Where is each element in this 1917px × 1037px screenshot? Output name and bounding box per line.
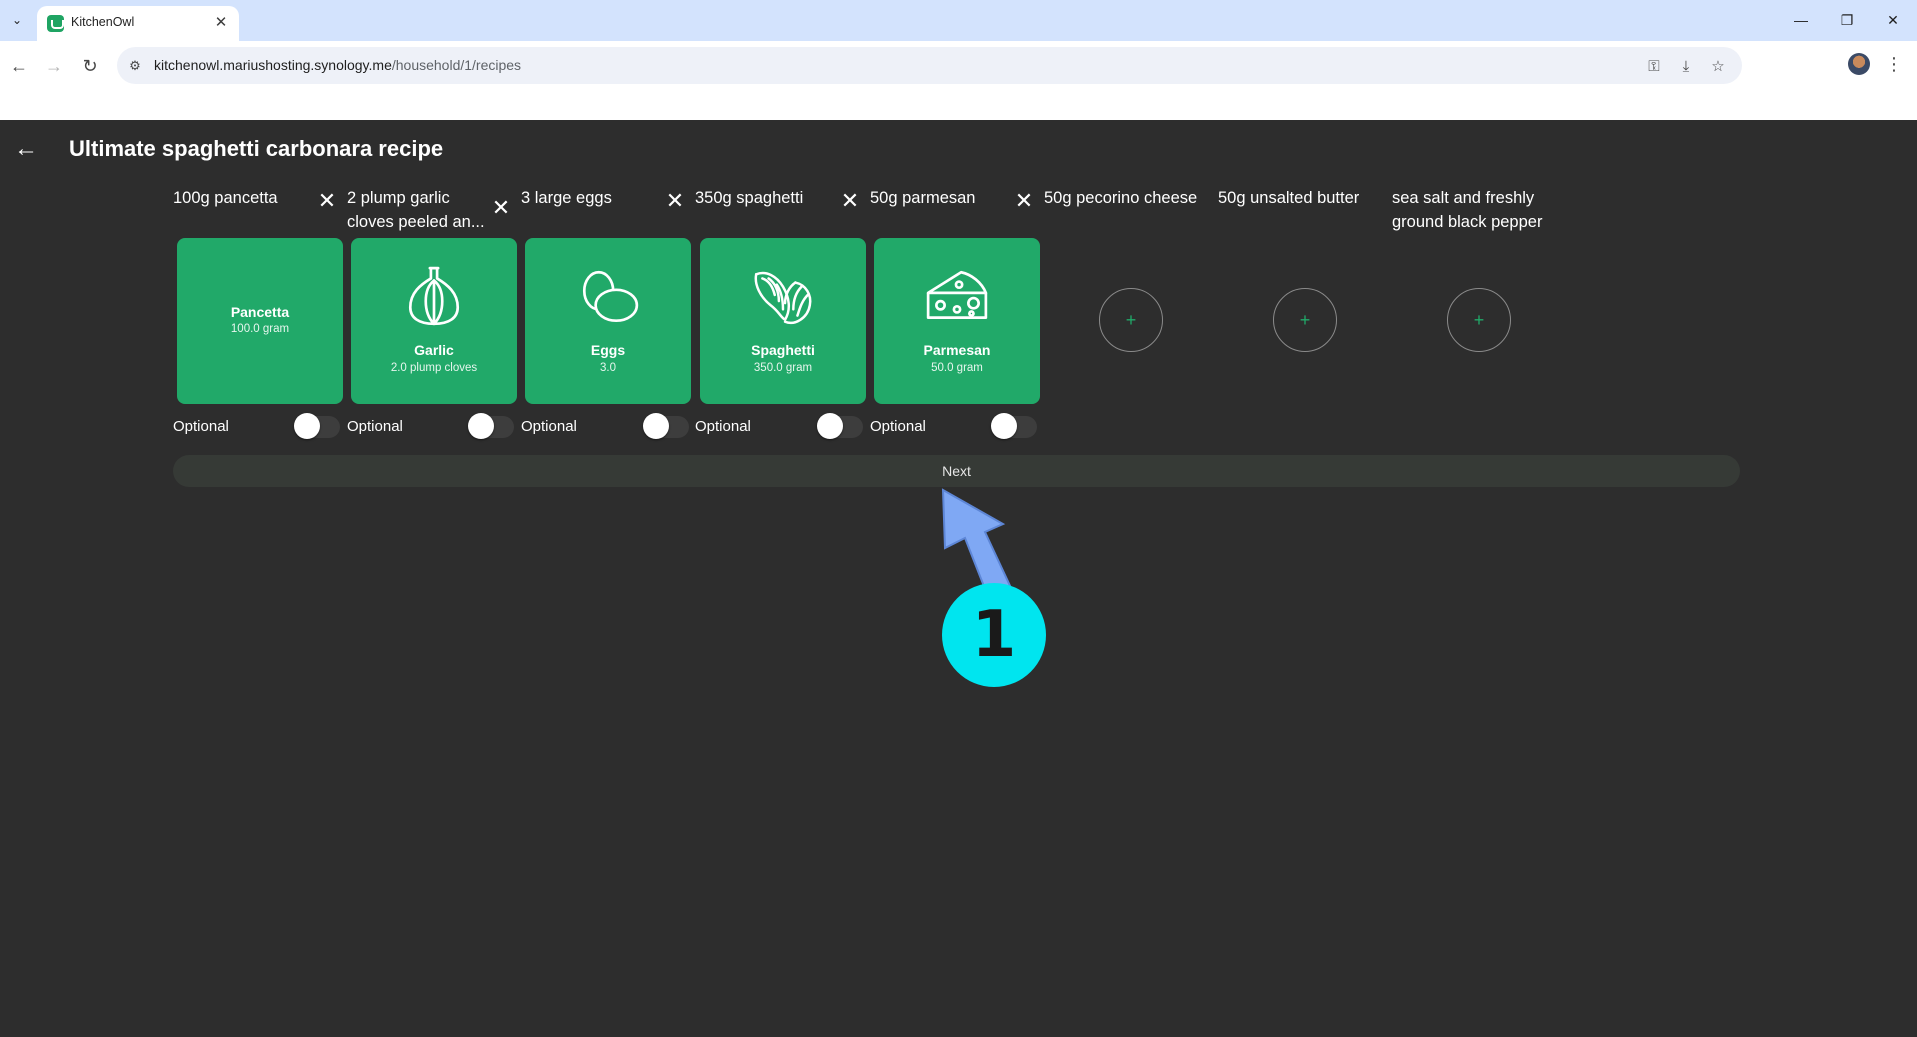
annotation-arrow-icon bbox=[941, 488, 1013, 596]
pasta-icon bbox=[754, 271, 812, 324]
item-name: Pancetta bbox=[230, 304, 290, 320]
address-bar[interactable]: ⚙ kitchenowl.mariushosting.synology.me/h… bbox=[117, 47, 1742, 84]
password-key-icon[interactable]: ⚿ bbox=[1643, 55, 1665, 77]
item-name: Spaghetti bbox=[751, 342, 815, 358]
item-card-pancetta[interactable]: Pancetta 100.0 gram bbox=[177, 238, 343, 404]
optional-toggle[interactable] bbox=[817, 412, 863, 440]
item-amount: 50.0 gram bbox=[931, 362, 983, 374]
kitchenowl-favicon-icon bbox=[47, 15, 64, 32]
item-card-eggs[interactable]: Eggs 3.0 bbox=[525, 238, 691, 404]
remove-ingredient-icon[interactable]: ✕ bbox=[839, 188, 861, 213]
optional-label: Optional bbox=[695, 418, 751, 435]
item-name: Garlic bbox=[414, 342, 454, 358]
ingredient-text: 50g pecorino cheese bbox=[1044, 189, 1198, 207]
browser-tabstrip: ⌄ KitchenOwl ✕ — ❐ ✕ bbox=[0, 0, 1917, 41]
add-item-button[interactable]: + bbox=[1099, 288, 1163, 352]
ingredient-text: sea salt and freshly ground black pepper bbox=[1392, 189, 1543, 231]
add-item-button[interactable]: + bbox=[1273, 288, 1337, 352]
ingredient-text: 50g parmesan bbox=[870, 189, 976, 207]
ingredient-text: 100g pancetta bbox=[173, 189, 278, 207]
forward-icon[interactable]: → bbox=[37, 51, 71, 81]
back-icon[interactable]: ← bbox=[2, 51, 36, 81]
optional-label: Optional bbox=[521, 418, 577, 435]
annotation-step-badge: 1 bbox=[942, 583, 1046, 687]
optional-toggle[interactable] bbox=[643, 412, 689, 440]
tab-close-icon[interactable]: ✕ bbox=[211, 12, 231, 32]
optional-toggle[interactable] bbox=[294, 412, 340, 440]
eggs-icon bbox=[582, 270, 639, 323]
item-name: Eggs bbox=[590, 342, 626, 358]
remove-ingredient-icon[interactable]: ✕ bbox=[490, 195, 512, 220]
browser-toolbar: ← → ↻ ⚙ kitchenowl.mariushosting.synolog… bbox=[0, 41, 1917, 120]
remove-ingredient-icon[interactable]: ✕ bbox=[316, 188, 338, 213]
item-name: Parmesan bbox=[923, 342, 991, 358]
item-amount: 2.0 plump cloves bbox=[390, 362, 478, 374]
remove-ingredient-icon[interactable]: ✕ bbox=[664, 188, 686, 213]
reload-icon[interactable]: ↻ bbox=[73, 51, 107, 81]
tab-title: KitchenOwl bbox=[71, 15, 135, 29]
optional-toggle[interactable] bbox=[468, 412, 514, 440]
item-card-parmesan[interactable]: Parmesan 50.0 gram bbox=[874, 238, 1040, 404]
url-text[interactable]: kitchenowl.mariushosting.synology.me/hou… bbox=[154, 57, 521, 73]
remove-ingredient-icon[interactable]: ✕ bbox=[1013, 188, 1035, 213]
restore-icon[interactable]: ❐ bbox=[1824, 6, 1870, 34]
add-item-button[interactable]: + bbox=[1447, 288, 1511, 352]
item-amount: 350.0 gram bbox=[753, 362, 813, 374]
bookmark-star-icon[interactable]: ☆ bbox=[1707, 55, 1729, 77]
install-app-icon[interactable]: ⤓ bbox=[1675, 55, 1697, 77]
cheese-icon bbox=[926, 270, 988, 319]
site-info-icon[interactable]: ⚙ bbox=[125, 56, 145, 76]
minimize-icon[interactable]: — bbox=[1778, 6, 1824, 34]
ingredient-text: 50g unsalted butter bbox=[1218, 189, 1360, 207]
ingredient-text: 350g spaghetti bbox=[695, 189, 804, 207]
page-title: Ultimate spaghetti carbonara recipe bbox=[69, 136, 444, 161]
browser-tab[interactable]: KitchenOwl ✕ bbox=[37, 6, 239, 41]
tab-search-icon[interactable]: ⌄ bbox=[6, 9, 28, 31]
item-amount: 100.0 gram bbox=[230, 323, 290, 335]
item-card-garlic[interactable]: Garlic 2.0 plump cloves bbox=[351, 238, 517, 404]
profile-avatar[interactable] bbox=[1848, 53, 1870, 75]
ingredient-text: 2 plump garlic cloves peeled an... bbox=[347, 189, 485, 231]
item-amount: 3.0 bbox=[600, 362, 616, 374]
ingredient-text: 3 large eggs bbox=[521, 189, 612, 207]
browser-menu-icon[interactable]: ⋮ bbox=[1885, 51, 1903, 77]
window-close-icon[interactable]: ✕ bbox=[1870, 6, 1916, 34]
optional-label: Optional bbox=[173, 418, 229, 435]
garlic-icon bbox=[408, 266, 460, 326]
item-card-spaghetti[interactable]: Spaghetti 350.0 gram bbox=[700, 238, 866, 404]
optional-label: Optional bbox=[347, 418, 403, 435]
optional-label: Optional bbox=[870, 418, 926, 435]
back-arrow-icon[interactable]: ← bbox=[12, 135, 40, 163]
optional-toggle[interactable] bbox=[991, 412, 1037, 440]
